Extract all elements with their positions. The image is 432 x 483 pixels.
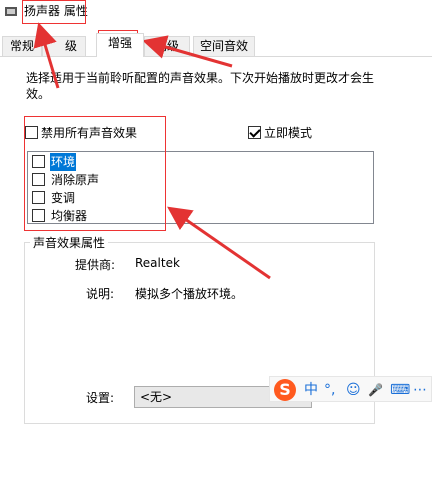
chinese-mode-icon[interactable]: 中 <box>304 380 318 400</box>
tab-advanced[interactable]: 高级 <box>144 36 190 56</box>
ime-toolbar[interactable]: S 中 °, ☺ 🎤 ⌨ ⋯ <box>269 376 432 402</box>
more-icon[interactable]: ⋯ <box>413 380 427 400</box>
effect-properties-title: 声音效果属性 <box>30 234 109 251</box>
enhancements-description: 选择适用于当前聆听配置的声音效果。下次开始播放时更改才会生效。 <box>26 71 375 101</box>
immediate-mode-checkbox-box[interactable] <box>248 126 261 139</box>
tab-levels[interactable]: 级别 <box>42 36 86 71</box>
tab-spatial-sound[interactable]: 空间音效 <box>193 36 255 56</box>
annotation-box-title <box>22 0 86 24</box>
immediate-mode-checkbox[interactable]: 立即模式 <box>248 125 348 141</box>
settings-dropdown-value: <无> <box>140 390 173 404</box>
punctuation-icon[interactable]: °, <box>324 380 335 400</box>
sogou-logo-icon[interactable]: S <box>274 379 296 401</box>
microphone-icon[interactable]: 🎤 <box>368 380 383 400</box>
emoji-icon[interactable]: ☺ <box>346 380 361 400</box>
speaker-icon <box>5 7 17 16</box>
tab-general[interactable]: 常规 <box>2 36 42 56</box>
annotation-box-effects <box>24 116 166 231</box>
provider-value: Realtek <box>135 256 180 270</box>
keyboard-icon[interactable]: ⌨ <box>390 380 410 400</box>
tab-enhancements[interactable]: 增强 <box>96 33 144 57</box>
immediate-mode-label: 立即模式 <box>264 126 313 140</box>
provider-label: 提供商: <box>75 258 116 272</box>
description-label: 说明: <box>86 287 115 301</box>
settings-label: 设置: <box>86 391 115 405</box>
description-value: 模拟多个播放环境。 <box>135 287 244 301</box>
